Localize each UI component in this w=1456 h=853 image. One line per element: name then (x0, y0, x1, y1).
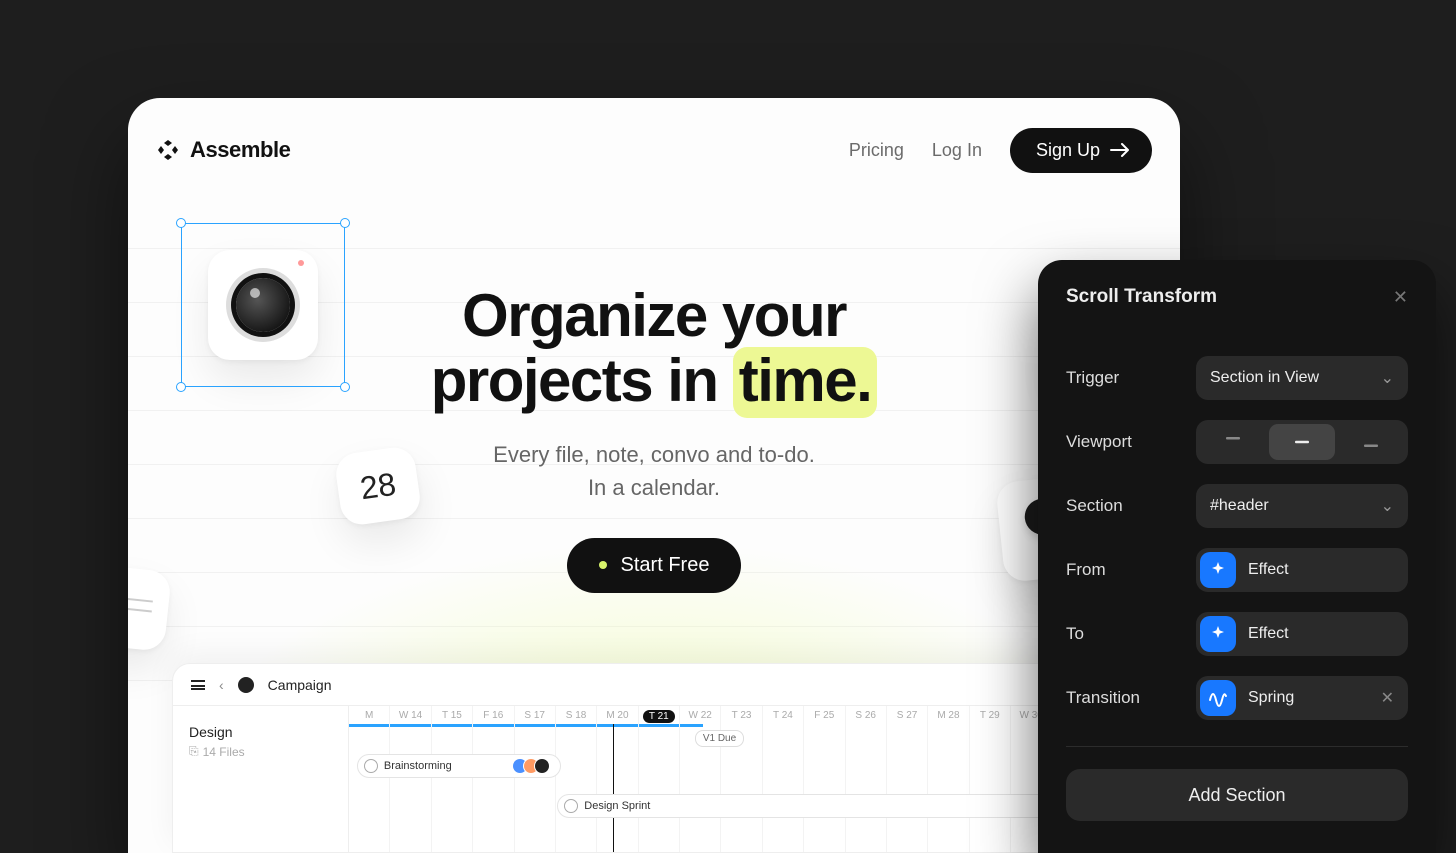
timeline-preview: ‹ Campaign Design ⎘ 14 Files MW 14T 15F … (172, 663, 1136, 853)
add-section-button[interactable]: Add Section (1066, 769, 1408, 821)
align-middle-icon (1293, 435, 1311, 449)
row-transition: Transition Spring ✕ (1066, 676, 1408, 720)
from-effect[interactable]: Effect (1196, 548, 1408, 592)
section-select[interactable]: #header ⌄ (1196, 484, 1408, 528)
viewport-bottom[interactable] (1339, 424, 1404, 460)
transition-effect[interactable]: Spring ✕ (1196, 676, 1408, 720)
timeline-sidebar: Design ⎘ 14 Files (173, 706, 349, 853)
cta-label: Start Free (621, 554, 710, 577)
status-dot-icon (599, 561, 607, 569)
timeline-day-col[interactable]: M 20 (597, 706, 638, 853)
nav-right: Pricing Log In Sign Up (849, 128, 1152, 173)
nav-login[interactable]: Log In (932, 140, 982, 161)
timeline-header: ‹ Campaign (173, 664, 1135, 706)
timeline-day-col[interactable]: S 26 (846, 706, 887, 853)
back-button[interactable]: ‹ (219, 677, 224, 693)
timeline-day-col[interactable]: F 16 (473, 706, 514, 853)
timeline-day-col[interactable]: W 14 (390, 706, 431, 853)
sparkle-chip (1200, 552, 1236, 588)
to-effect[interactable]: Effect (1196, 612, 1408, 656)
align-bottom-icon (1362, 435, 1380, 449)
project-chip-icon (238, 677, 254, 693)
avatars (517, 758, 550, 774)
camera-led-icon (298, 260, 304, 266)
resize-handle-tl[interactable] (176, 218, 186, 228)
row-from: From Effect (1066, 548, 1408, 592)
timeline-title: Campaign (268, 677, 332, 693)
row-trigger: Trigger Section in View ⌄ (1066, 356, 1408, 400)
sparkle-chip (1200, 616, 1236, 652)
timeline-day-col[interactable]: S 17 (515, 706, 556, 853)
brand-name: Assemble (190, 137, 290, 163)
timeline-day-col[interactable]: T 23 (721, 706, 762, 853)
viewport-middle[interactable] (1269, 424, 1334, 460)
today-marker (613, 724, 614, 853)
sparkle-icon (1208, 624, 1228, 644)
brand-logo-icon (156, 138, 180, 162)
navbar: Assemble Pricing Log In Sign Up (156, 126, 1152, 174)
align-top-icon (1224, 435, 1242, 449)
cta-start-free[interactable]: Start Free (567, 538, 742, 593)
wave-chip (1200, 680, 1236, 716)
status-ring-icon (364, 759, 378, 773)
timeline-day-col[interactable]: S 18 (556, 706, 597, 853)
menu-icon[interactable] (191, 680, 205, 690)
arrow-right-icon (1110, 143, 1130, 157)
signup-button[interactable]: Sign Up (1010, 128, 1152, 173)
row-section: Section #header ⌄ (1066, 484, 1408, 528)
chevron-down-icon: ⌄ (1381, 496, 1394, 516)
divider (1066, 746, 1408, 747)
attachment-icon: ⎘ (189, 744, 199, 759)
timeline-day-col[interactable]: T 24 (763, 706, 804, 853)
timeline-day-col[interactable]: T 15 (432, 706, 473, 853)
sparkle-icon (1208, 560, 1228, 580)
timeline-body: Design ⎘ 14 Files MW 14T 15F 16S 17S 18M… (173, 706, 1135, 853)
viewport-segment (1196, 420, 1408, 464)
task-bar-brainstorming[interactable]: Brainstorming (357, 754, 561, 778)
status-ring-icon (564, 799, 578, 813)
hero-sub: Every file, note, convo and to-do. In a … (128, 438, 1180, 504)
timeline-day-col[interactable]: S 27 (887, 706, 928, 853)
file-count: ⎘ 14 Files (189, 744, 332, 759)
timeline-day-col[interactable]: W 22 (680, 706, 721, 853)
timeline-day-col[interactable]: T 29 (970, 706, 1011, 853)
remove-transition-icon[interactable]: ✕ (1381, 688, 1394, 708)
brand[interactable]: Assemble (156, 137, 290, 163)
chevron-down-icon: ⌄ (1381, 368, 1394, 388)
panel-header: Scroll Transform ✕ (1066, 286, 1408, 308)
timeline-day-col[interactable]: M 28 (928, 706, 969, 853)
nav-pricing[interactable]: Pricing (849, 140, 904, 161)
hero-headline: Organize your projects in time. (128, 284, 1180, 414)
spring-curve-icon (1208, 688, 1228, 708)
timeline-day-col[interactable]: M (349, 706, 390, 853)
resize-handle-tr[interactable] (340, 218, 350, 228)
signup-label: Sign Up (1036, 140, 1100, 161)
landing-window: Assemble Pricing Log In Sign Up 28 (128, 98, 1180, 853)
timeline-grid[interactable]: MW 14T 15F 16S 17S 18M 20T 21W 22T 23T 2… (349, 706, 1135, 853)
close-icon[interactable]: ✕ (1393, 287, 1408, 308)
milestone-tag[interactable]: V1 Due (695, 730, 744, 747)
viewport-top[interactable] (1200, 424, 1265, 460)
section-name: Design (189, 724, 332, 740)
timeline-day-col[interactable]: F 25 (804, 706, 845, 853)
timeline-day-col[interactable]: T 21 (639, 706, 680, 853)
panel-title: Scroll Transform (1066, 286, 1217, 308)
row-viewport: Viewport (1066, 420, 1408, 464)
row-to: To Effect (1066, 612, 1408, 656)
scroll-transform-panel: Scroll Transform ✕ Trigger Section in Vi… (1038, 260, 1436, 853)
hero: Organize your projects in time. Every fi… (128, 284, 1180, 593)
trigger-select[interactable]: Section in View ⌄ (1196, 356, 1408, 400)
